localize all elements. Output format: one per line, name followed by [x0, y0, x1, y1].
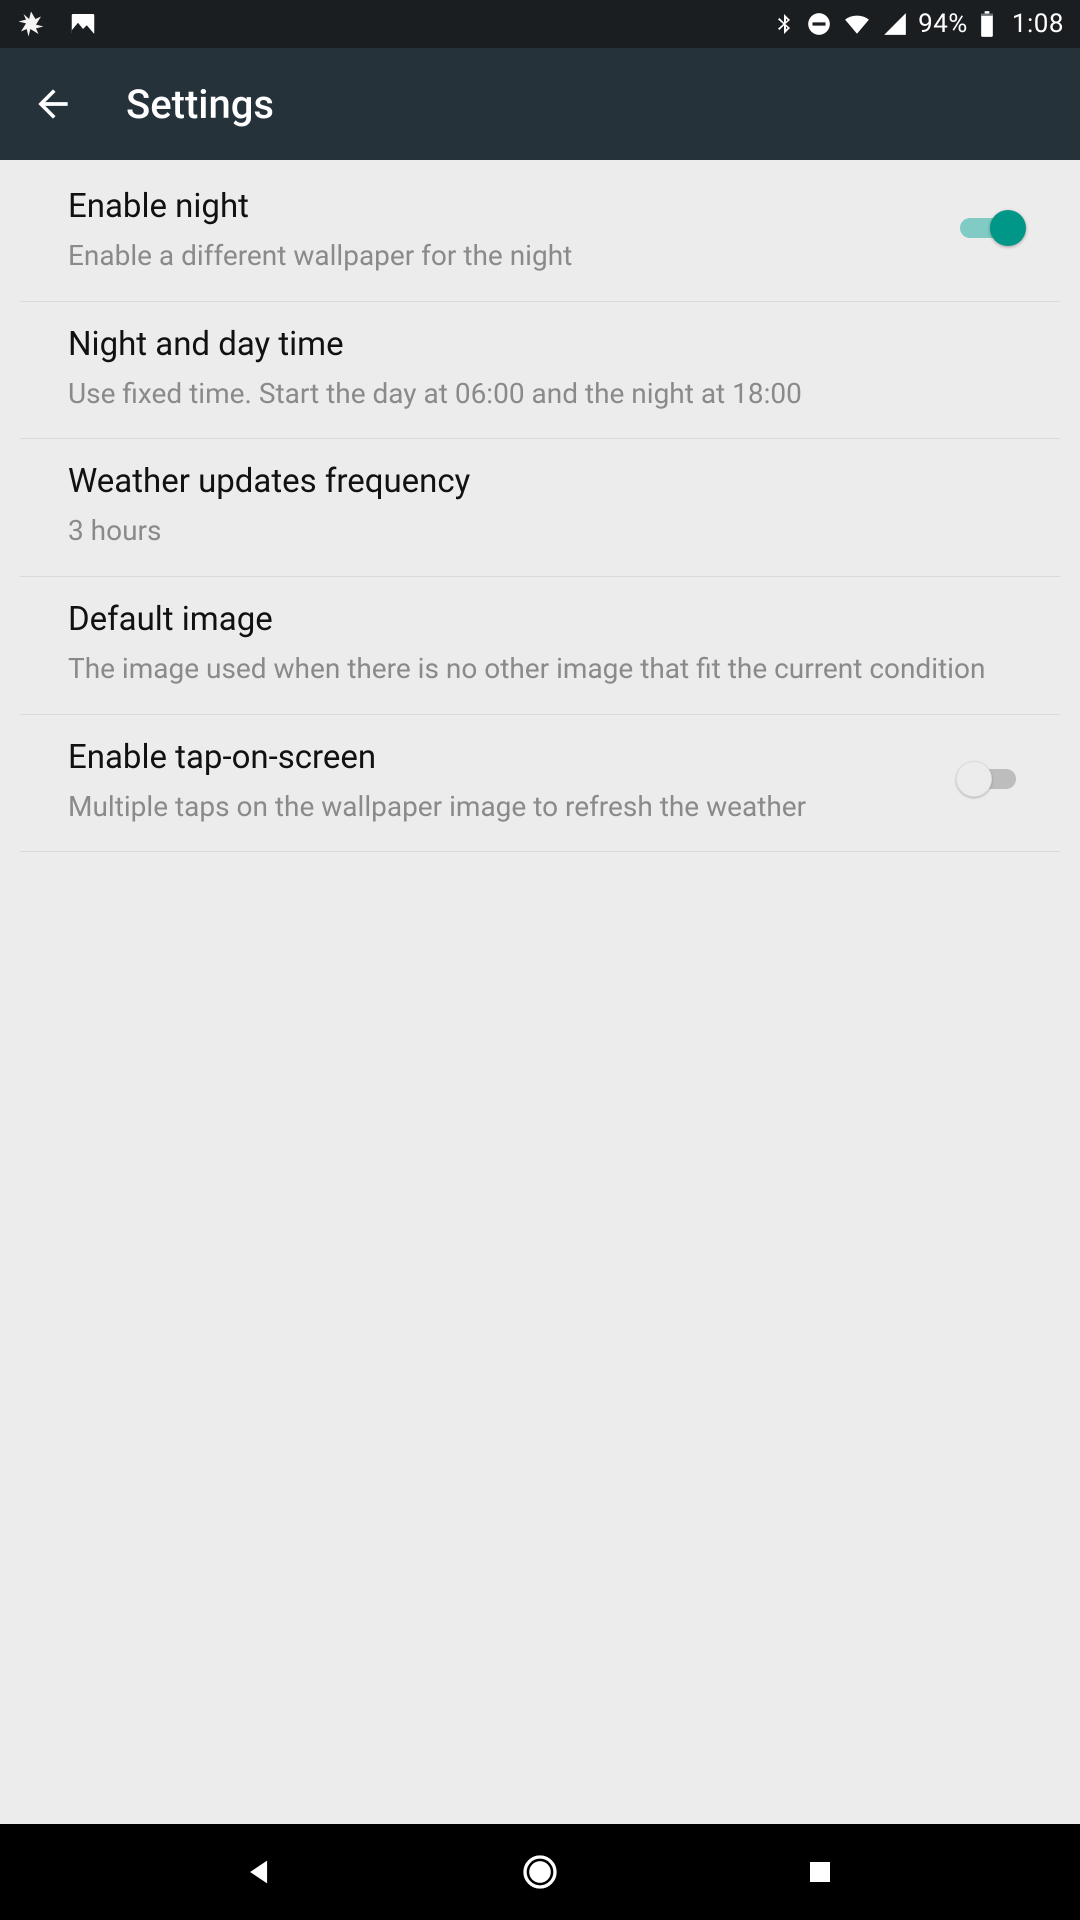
bluetooth-icon [772, 10, 796, 38]
gallery-icon [68, 9, 98, 39]
nav-recent-button[interactable] [796, 1848, 844, 1896]
status-bar: 94% 1:08 [0, 0, 1080, 48]
cell-signal-icon [882, 11, 908, 37]
setting-title: Enable tap-on-screen [68, 737, 932, 780]
status-left [16, 9, 98, 39]
setting-text: Weather updates frequency 3 hours [68, 461, 1032, 550]
setting-text: Enable tap-on-screen Multiple taps on the… [68, 737, 956, 826]
app-bar: Settings [0, 48, 1080, 160]
nav-home-button[interactable] [516, 1848, 564, 1896]
arrow-left-icon [31, 82, 75, 126]
square-icon [805, 1857, 835, 1887]
wifi-icon [842, 11, 872, 37]
switch-thumb [990, 210, 1026, 246]
setting-subtitle: Enable a different wallpaper for the nig… [68, 237, 932, 275]
setting-subtitle: The image used when there is no other im… [68, 650, 1008, 688]
settings-list: Enable night Enable a different wallpaper… [0, 160, 1080, 852]
nav-back-button[interactable] [236, 1848, 284, 1896]
setting-subtitle: Multiple taps on the wallpaper image to … [68, 788, 932, 826]
switch-wrap [956, 208, 1024, 252]
setting-title: Enable night [68, 186, 932, 229]
battery-icon [978, 10, 996, 38]
setting-title: Weather updates frequency [68, 461, 1008, 504]
enable-tap-on-screen-switch[interactable] [956, 759, 1024, 799]
setting-text: Enable night Enable a different wallpaper… [68, 186, 956, 275]
setting-row-enable-tap-on-screen[interactable]: Enable tap-on-screen Multiple taps on the… [20, 715, 1060, 853]
switch-wrap [956, 759, 1024, 803]
setting-row-default-image[interactable]: Default image The image used when there i… [20, 577, 1060, 715]
setting-subtitle: 3 hours [68, 512, 1008, 550]
setting-row-enable-night[interactable]: Enable night Enable a different wallpaper… [20, 160, 1060, 302]
back-button[interactable] [28, 79, 78, 129]
pinwheel-icon [16, 9, 46, 39]
clock: 1:08 [1012, 9, 1064, 39]
setting-title: Night and day time [68, 324, 1008, 367]
enable-night-switch[interactable] [956, 208, 1024, 248]
battery-percent: 94% [918, 9, 968, 39]
setting-subtitle: Use fixed time. Start the day at 06:00 a… [68, 375, 1008, 413]
triangle-left-icon [243, 1855, 277, 1889]
dnd-icon [806, 11, 832, 37]
circle-icon [520, 1852, 560, 1892]
setting-text: Default image The image used when there i… [68, 599, 1032, 688]
page-title: Settings [126, 81, 274, 128]
navigation-bar [0, 1824, 1080, 1920]
setting-row-night-day-time[interactable]: Night and day time Use fixed time. Start … [20, 302, 1060, 440]
setting-title: Default image [68, 599, 1008, 642]
setting-row-weather-updates-frequency[interactable]: Weather updates frequency 3 hours [20, 439, 1060, 577]
setting-text: Night and day time Use fixed time. Start … [68, 324, 1032, 413]
status-right: 94% 1:08 [772, 9, 1064, 39]
switch-thumb [956, 761, 992, 797]
